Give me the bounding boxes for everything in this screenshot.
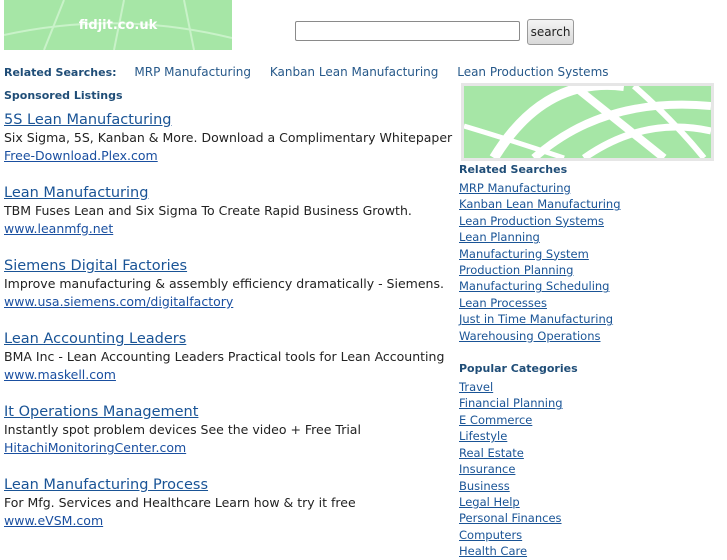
sidebar: Related Searches MRP Manufacturing Kanba… [459, 163, 719, 560]
listing-url-link[interactable]: HitachiMonitoringCenter.com [4, 439, 444, 457]
search-button[interactable]: search [527, 19, 574, 45]
listing-title-link[interactable]: Siemens Digital Factories [4, 257, 444, 275]
banner-pattern-icon [464, 86, 711, 158]
listing-item: Lean Accounting Leaders BMA Inc - Lean A… [4, 330, 444, 403]
listing-url-link[interactable]: Free-Download.Plex.com [4, 147, 444, 165]
listing-title-link[interactable]: Lean Accounting Leaders [4, 330, 444, 348]
sidebar-popular-list: Travel Financial Planning E Commerce Lif… [459, 379, 719, 559]
listing-description: BMA Inc - Lean Accounting Leaders Practi… [4, 349, 445, 364]
sidebar-related-heading: Related Searches [459, 163, 568, 176]
listing-title-link[interactable]: Lean Manufacturing Process [4, 476, 444, 494]
sidebar-related-link[interactable]: Lean Planning [459, 229, 719, 245]
site-logo[interactable]: fidjit.co.uk [4, 0, 232, 50]
listing-item: It Operations Management Instantly spot … [4, 403, 444, 476]
sidebar-related-list: MRP Manufacturing Kanban Lean Manufactur… [459, 180, 719, 344]
sidebar-related-link[interactable]: Kanban Lean Manufacturing [459, 196, 719, 212]
sponsored-listings: 5S Lean Manufacturing Six Sigma, 5S, Kan… [4, 111, 453, 549]
related-bar-link[interactable]: MRP Manufacturing [134, 65, 251, 79]
listing-url-link[interactable]: www.eVSM.com [4, 512, 444, 530]
listing-item: Lean Manufacturing Process For Mfg. Serv… [4, 476, 444, 549]
sidebar-category-link[interactable]: Travel [459, 379, 719, 395]
listing-url-link[interactable]: www.maskell.com [4, 366, 444, 384]
related-bar-link[interactable]: Kanban Lean Manufacturing [270, 65, 439, 79]
sidebar-related-link[interactable]: Production Planning [459, 262, 719, 278]
listing-title-link[interactable]: 5S Lean Manufacturing [4, 111, 444, 129]
listing-description: TBM Fuses Lean and Six Sigma To Create R… [4, 203, 412, 218]
listing-item: Lean Manufacturing TBM Fuses Lean and Si… [4, 184, 444, 257]
listing-description: For Mfg. Services and Healthcare Learn h… [4, 495, 356, 510]
sidebar-popular-heading: Popular Categories [459, 362, 578, 376]
listing-description: Instantly spot problem devices See the v… [4, 422, 361, 437]
related-searches-label: Related Searches: [4, 66, 117, 79]
listing-description: Improve manufacturing & assembly efficie… [4, 276, 444, 291]
sidebar-related-link[interactable]: Warehousing Operations [459, 328, 719, 344]
related-bar-link[interactable]: Lean Production Systems [457, 65, 608, 79]
sidebar-related-link[interactable]: Lean Production Systems [459, 213, 719, 229]
listing-url-link[interactable]: www.usa.siemens.com/digitalfactory [4, 293, 444, 311]
sidebar-related-link[interactable]: Manufacturing System [459, 246, 719, 262]
listing-item: 5S Lean Manufacturing Six Sigma, 5S, Kan… [4, 111, 453, 184]
sidebar-category-link[interactable]: Computers [459, 527, 719, 543]
listing-url-link[interactable]: www.leanmfg.net [4, 220, 444, 238]
listing-title-link[interactable]: It Operations Management [4, 403, 444, 421]
sidebar-related-link[interactable]: MRP Manufacturing [459, 180, 719, 196]
listing-description: Six Sigma, 5S, Kanban & More. Download a… [4, 130, 453, 145]
sidebar-banner-image [461, 83, 714, 161]
sidebar-related-link[interactable]: Lean Processes [459, 295, 719, 311]
sidebar-related-link[interactable]: Just in Time Manufacturing [459, 311, 719, 327]
listing-item: Siemens Digital Factories Improve manufa… [4, 257, 444, 330]
sidebar-category-link[interactable]: Health Care [459, 543, 719, 559]
sidebar-category-link[interactable]: Business [459, 478, 719, 494]
logo-text: fidjit.co.uk [78, 18, 158, 33]
sponsored-listings-label: Sponsored Listings [4, 89, 123, 102]
sidebar-category-link[interactable]: Legal Help [459, 494, 719, 510]
sidebar-category-link[interactable]: Financial Planning [459, 395, 719, 411]
related-searches-bar: Related Searches: MRP Manufacturing Kanb… [4, 65, 624, 79]
sidebar-related-link[interactable]: Manufacturing Scheduling [459, 278, 719, 294]
sidebar-category-link[interactable]: Lifestyle [459, 428, 719, 444]
sidebar-category-link[interactable]: E Commerce [459, 412, 719, 428]
listing-title-link[interactable]: Lean Manufacturing [4, 184, 444, 202]
sidebar-category-link[interactable]: Real Estate [459, 445, 719, 461]
sidebar-category-link[interactable]: Personal Finances [459, 510, 719, 526]
search-input[interactable] [295, 21, 520, 41]
sidebar-category-link[interactable]: Insurance [459, 461, 719, 477]
